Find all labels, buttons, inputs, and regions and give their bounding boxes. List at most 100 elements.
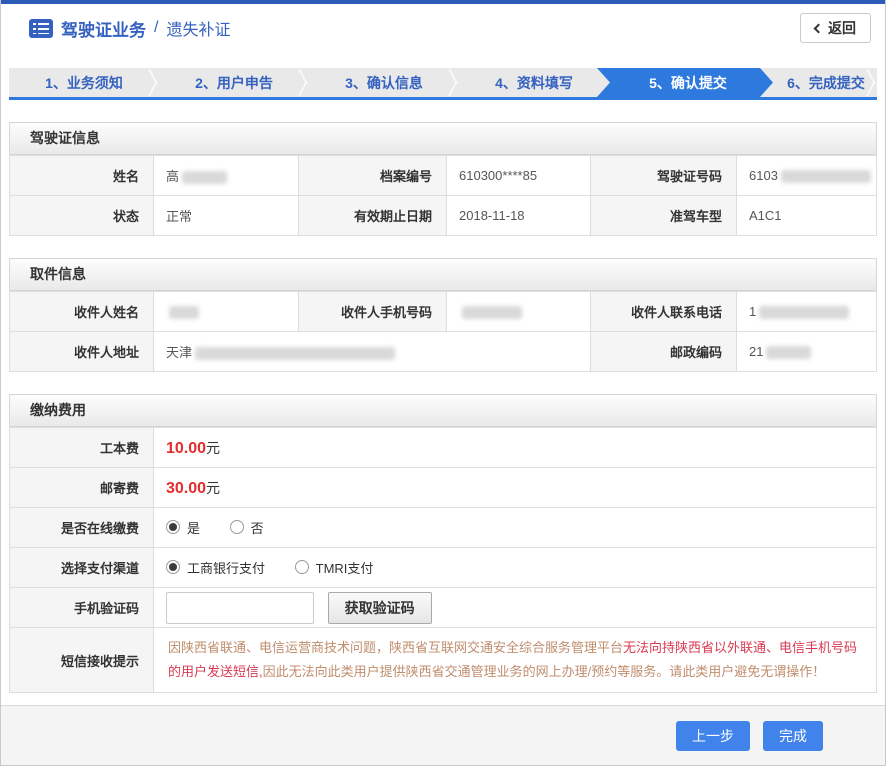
field-label-recipient-name: 收件人姓名: [10, 292, 154, 332]
section-pickup-info: 取件信息 收件人姓名 收件人手机号码 收件人联系电话 1 收件人地址: [9, 258, 877, 372]
field-label-file-no: 档案编号: [299, 156, 447, 196]
field-label-status: 状态: [10, 196, 154, 236]
radio-unchecked-icon: [295, 560, 309, 574]
radio-channel-tmri[interactable]: TMRI支付: [295, 558, 374, 577]
redacted-blob: [169, 306, 199, 319]
title-secondary: 遗失补证: [166, 16, 230, 40]
field-label-postage-fee: 邮寄费: [10, 468, 154, 508]
field-label-name: 姓名: [10, 156, 154, 196]
field-value-license-no: 6103: [737, 156, 877, 196]
radio-online-pay-yes[interactable]: 是: [166, 518, 200, 537]
field-value-recipient-mobile: [447, 292, 591, 332]
radio-checked-icon: [166, 560, 180, 574]
back-button-label: 返回: [828, 18, 856, 38]
section-payment: 缴纳费用 工本费 10.00元 邮寄费 30.00元 是否在线缴费: [9, 394, 877, 693]
postage-fee-amount: 30.00: [166, 480, 206, 497]
field-value-sms-code: 获取验证码: [154, 588, 877, 628]
redacted-blob: [195, 347, 395, 360]
work-fee-amount: 10.00: [166, 440, 206, 457]
license-list-icon: [29, 19, 53, 38]
step-4-fill-data[interactable]: 4、资料填写: [459, 68, 609, 97]
field-label-vehicle-class: 准驾车型: [591, 196, 737, 236]
field-label-valid-until: 有效期止日期: [299, 196, 447, 236]
pickup-info-table: 收件人姓名 收件人手机号码 收件人联系电话 1 收件人地址 天津 邮政编码: [9, 291, 877, 372]
header: 驾驶证业务 / 遗失补证 返回: [1, 4, 885, 52]
field-label-recipient-address: 收件人地址: [10, 332, 154, 372]
page-title: 驾驶证业务 / 遗失补证: [29, 16, 230, 41]
table-row: 邮寄费 30.00元: [10, 468, 877, 508]
field-value-name: 高: [154, 156, 299, 196]
title-primary: 驾驶证业务: [61, 16, 146, 41]
field-label-postal-code: 邮政编码: [591, 332, 737, 372]
table-row: 收件人姓名 收件人手机号码 收件人联系电话 1: [10, 292, 877, 332]
step-label: 3、确认信息: [345, 73, 423, 93]
step-separator-chevron-icon: [865, 68, 877, 97]
section-title-payment: 缴纳费用: [9, 394, 877, 427]
redacted-blob: [462, 306, 522, 319]
title-separator: /: [154, 19, 158, 37]
get-code-button[interactable]: 获取验证码: [328, 592, 432, 624]
field-value-valid-until: 2018-11-18: [447, 196, 591, 236]
step-6-complete-submit[interactable]: 6、完成提交: [773, 68, 877, 97]
redacted-blob: [781, 170, 871, 183]
field-value-pay-channel: 工商银行支付 TMRI支付: [154, 548, 877, 588]
chevron-left-icon: [814, 24, 824, 34]
step-5-confirm-submit-active[interactable]: 5、确认提交: [597, 68, 773, 97]
fee-unit: 元: [206, 480, 220, 496]
redacted-blob: [759, 306, 849, 319]
field-label-work-fee: 工本费: [10, 428, 154, 468]
step-2-user-declaration[interactable]: 2、用户申告: [159, 68, 309, 97]
step-nav: 1、业务须知 2、用户申告 3、确认信息 4、资料填写 5、确认提交 6、完成提…: [9, 68, 877, 100]
field-value-status: 正常: [154, 196, 299, 236]
step-separator-chevron-icon: [147, 68, 159, 97]
field-label-recipient-mobile: 收件人手机号码: [299, 292, 447, 332]
field-value-recipient-name: [154, 292, 299, 332]
section-title-license-info: 驾驶证信息: [9, 122, 877, 155]
table-row: 手机验证码 获取验证码: [10, 588, 877, 628]
fee-unit: 元: [206, 440, 220, 456]
notice-text-muted: 因此无法向此类用户提供陕西省交通管理业务的网上办理/预约等服务。请此类用户避免无…: [263, 664, 826, 679]
field-value-vehicle-class: A1C1: [737, 196, 877, 236]
field-label-recipient-phone: 收件人联系电话: [591, 292, 737, 332]
field-label-pay-channel: 选择支付渠道: [10, 548, 154, 588]
step-3-confirm-info[interactable]: 3、确认信息: [309, 68, 459, 97]
step-label: 5、确认提交: [649, 73, 727, 93]
table-row: 收件人地址 天津 邮政编码 21: [10, 332, 877, 372]
step-1-business-notice[interactable]: 1、业务须知: [9, 68, 159, 97]
field-label-sms-notice: 短信接收提示: [10, 628, 154, 693]
payment-table: 工本费 10.00元 邮寄费 30.00元 是否在线缴费 是: [9, 427, 877, 693]
step-separator-chevron-icon: [297, 68, 309, 97]
section-license-info: 驾驶证信息 姓名 高 档案编号 610300****85 驾驶证号码 6103 …: [9, 122, 877, 236]
table-row: 工本费 10.00元: [10, 428, 877, 468]
sms-notice-text: 因陕西省联通、电信运营商技术问题，陕西省互联网交通安全综合服务管理平台无法向持陕…: [154, 628, 877, 693]
sms-code-input[interactable]: [166, 592, 314, 624]
redacted-blob: [182, 171, 227, 184]
step-separator-chevron-icon: [447, 68, 459, 97]
table-row: 是否在线缴费 是 否: [10, 508, 877, 548]
radio-unchecked-icon: [230, 520, 244, 534]
footer-action-bar: 上一步 完成: [1, 705, 885, 765]
step-label: 6、完成提交: [787, 73, 865, 93]
license-info-table: 姓名 高 档案编号 610300****85 驾驶证号码 6103 状态 正常 …: [9, 155, 877, 236]
radio-channel-icbc[interactable]: 工商银行支付: [166, 558, 265, 577]
back-button[interactable]: 返回: [800, 13, 871, 43]
section-title-pickup-info: 取件信息: [9, 258, 877, 291]
radio-checked-icon: [166, 520, 180, 534]
field-value-postage-fee: 30.00元: [154, 468, 877, 508]
previous-step-button[interactable]: 上一步: [676, 721, 750, 751]
redacted-blob: [766, 346, 811, 359]
table-row: 姓名 高 档案编号 610300****85 驾驶证号码 6103: [10, 156, 877, 196]
step-label: 2、用户申告: [195, 73, 273, 93]
field-value-postal-code: 21: [737, 332, 877, 372]
table-row: 短信接收提示 因陕西省联通、电信运营商技术问题，陕西省互联网交通安全综合服务管理…: [10, 628, 877, 693]
field-label-online-pay: 是否在线缴费: [10, 508, 154, 548]
finish-button[interactable]: 完成: [763, 721, 823, 751]
table-row: 选择支付渠道 工商银行支付 TMRI支付: [10, 548, 877, 588]
notice-text-muted: 因陕西省联通、电信运营商技术问题，陕西省互联网交通安全综合服务管理平台: [168, 640, 623, 655]
page: 驾驶证业务 / 遗失补证 返回 1、业务须知 2、用户申告 3、确认信息 4、资…: [0, 0, 886, 766]
field-value-recipient-phone: 1: [737, 292, 877, 332]
field-value-file-no: 610300****85: [447, 156, 591, 196]
field-value-work-fee: 10.00元: [154, 428, 877, 468]
step-label: 1、业务须知: [45, 73, 123, 93]
radio-online-pay-no[interactable]: 否: [230, 518, 264, 537]
